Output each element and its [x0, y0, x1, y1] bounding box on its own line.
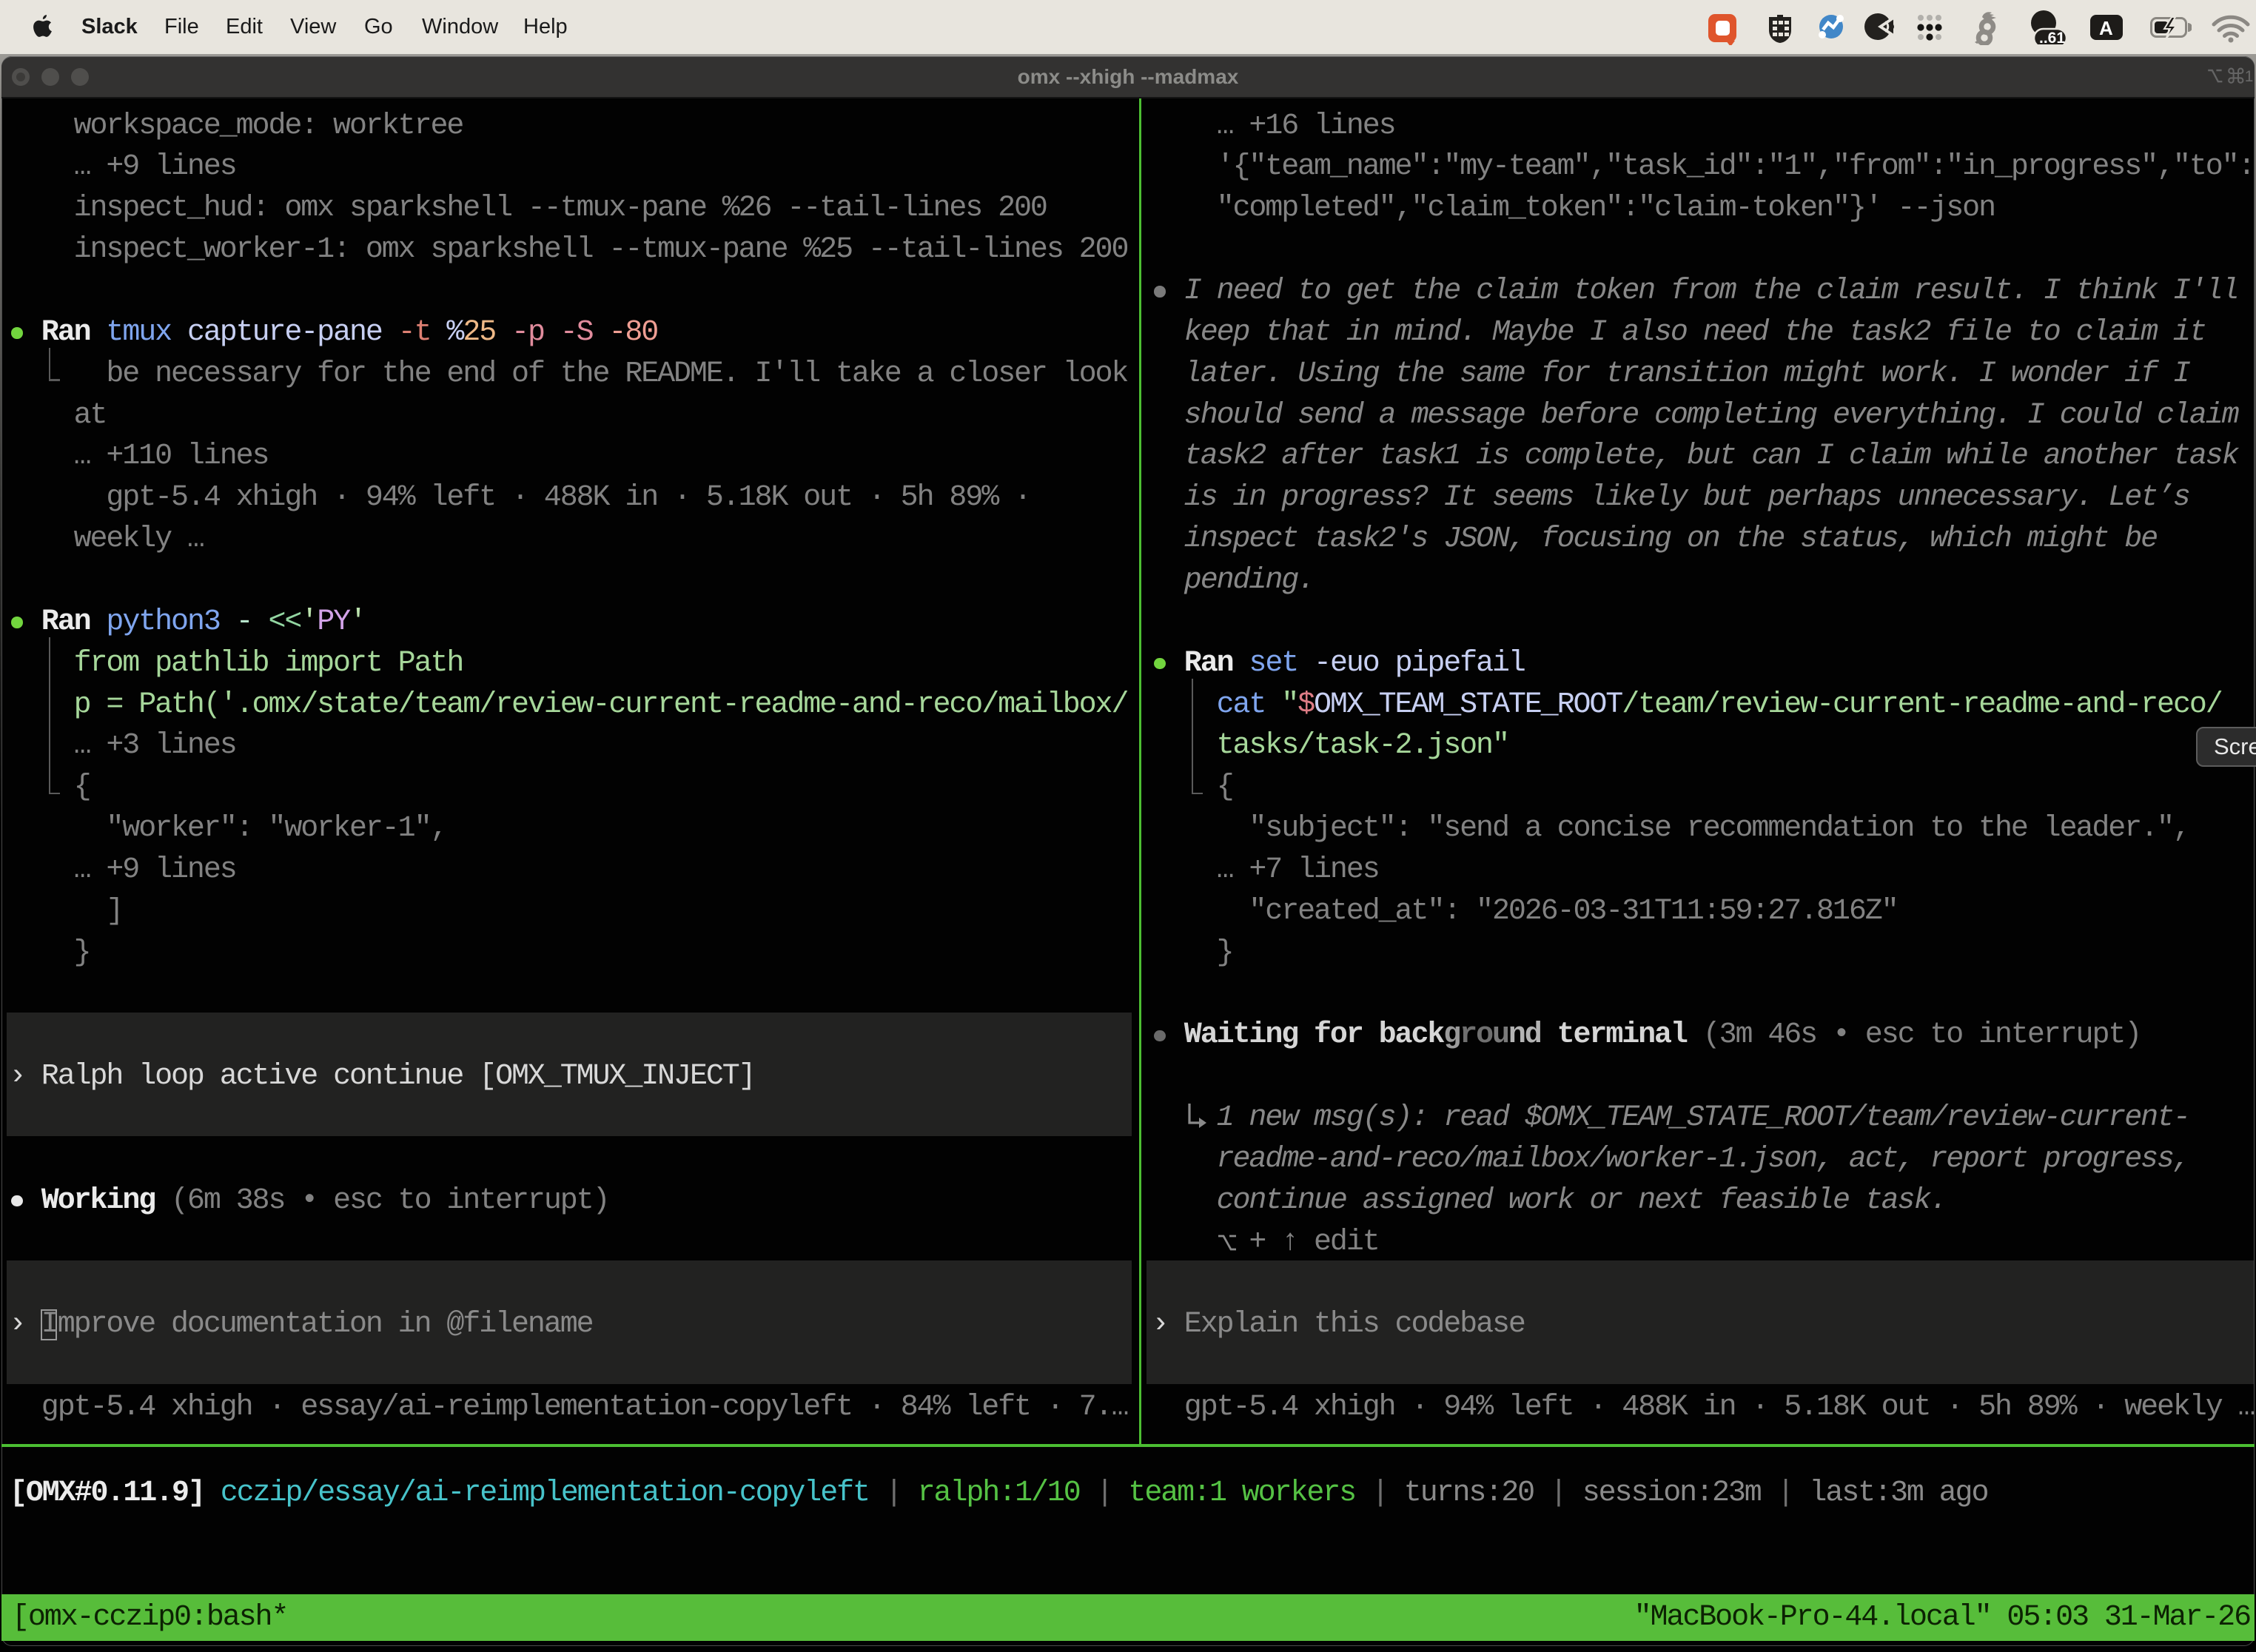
svg-text:..61: ..61 — [2039, 30, 2065, 44]
svg-text:A: A — [2099, 17, 2113, 39]
svg-text:1: 1 — [2245, 68, 2253, 85]
